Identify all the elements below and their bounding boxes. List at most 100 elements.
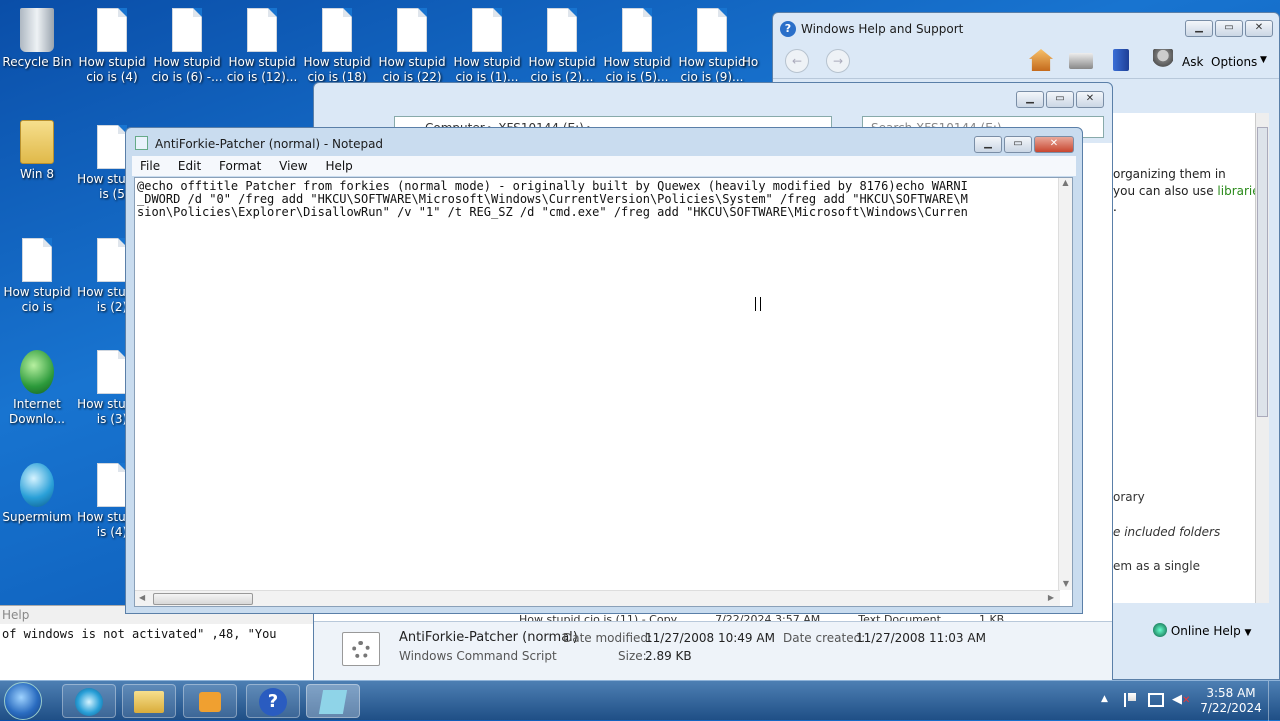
volume-muted-icon[interactable]: ◀✕ xyxy=(1172,692,1190,707)
close-button[interactable]: ✕ xyxy=(1245,20,1273,37)
menu-format[interactable]: Format xyxy=(219,159,261,173)
minimize-button[interactable]: ▁ xyxy=(974,136,1002,153)
help-toolbar: ← → Ask Options ▼ xyxy=(773,45,1279,79)
menu-edit[interactable]: Edit xyxy=(178,159,201,173)
notepad-title-bar[interactable]: AntiForkie-Patcher (normal) - Notepad ▁ … xyxy=(126,128,1082,156)
scroll-left-arrow[interactable]: ◀ xyxy=(139,593,145,602)
home-icon[interactable] xyxy=(1029,49,1053,71)
horizontal-scrollbar[interactable]: ◀ ▶ xyxy=(135,590,1060,606)
desktop-file-icon[interactable]: Ho xyxy=(735,8,765,70)
help-text-6: em as a single xyxy=(1113,559,1200,573)
close-button[interactable]: ✕ xyxy=(1034,136,1074,153)
flag-icon[interactable] xyxy=(1124,693,1136,707)
chevron-down-icon: ▼ xyxy=(1260,55,1267,65)
scroll-down-arrow[interactable]: ▼ xyxy=(1059,579,1072,588)
icon-label: Internet Downlo... xyxy=(9,397,65,426)
text-area[interactable]: @echo offtitle Patcher from forkies (nor… xyxy=(134,177,1073,607)
desktop-file-icon[interactable]: How stupid cio is (12)... xyxy=(225,8,299,85)
minimize-button[interactable]: ▁ xyxy=(1185,20,1213,37)
help-text-2: you can also use libraries xyxy=(1113,184,1266,198)
online-help-button[interactable]: Online Help ▼ xyxy=(1153,623,1251,638)
desktop-file-icon[interactable]: How stupid cio is (4) xyxy=(75,8,149,85)
back-icon[interactable]: ← xyxy=(785,49,809,73)
close-button[interactable]: ✕ xyxy=(1076,91,1104,108)
horizontal-scroll-thumb[interactable] xyxy=(153,593,253,605)
maximize-button[interactable]: ▭ xyxy=(1046,91,1074,108)
notepad-icon xyxy=(318,690,348,714)
taskbar-help-button[interactable]: ? xyxy=(246,684,300,718)
recycle-bin-icon[interactable]: Recycle Bin xyxy=(0,8,74,70)
icon-label: How stupid cio is (12)... xyxy=(226,55,298,84)
details-type: Windows Command Script xyxy=(399,649,557,663)
win8-folder-icon[interactable]: Win 8 xyxy=(0,120,74,182)
details-size-label: Size: xyxy=(618,649,647,663)
desktop-file-icon[interactable]: How stupid cio is xyxy=(0,238,74,315)
taskbar-explorer-button[interactable] xyxy=(122,684,176,718)
maximize-button[interactable]: ▭ xyxy=(1215,20,1243,37)
document-icon xyxy=(322,8,352,52)
browser-icon xyxy=(20,463,54,507)
taskbar-browser-button[interactable] xyxy=(62,684,116,718)
notepad-window[interactable]: AntiForkie-Patcher (normal) - Notepad ▁ … xyxy=(125,127,1083,614)
console-window[interactable]: Help of windows is not activated" ,48, "… xyxy=(0,605,314,680)
taskbar-media-button[interactable] xyxy=(183,684,237,718)
minimize-button[interactable]: ▁ xyxy=(1016,91,1044,108)
desktop-file-icon[interactable]: How stupid cio is (2)... xyxy=(525,8,599,85)
show-desktop-button[interactable] xyxy=(1268,681,1280,721)
globe-icon xyxy=(1153,623,1167,637)
help-text-3: . xyxy=(1113,200,1117,214)
scroll-right-arrow[interactable]: ▶ xyxy=(1048,593,1054,602)
icon-label: How stupid cio is (5)... xyxy=(603,55,671,84)
scroll-up-arrow[interactable]: ▲ xyxy=(1059,178,1072,187)
details-pane: AntiForkie-Patcher (normal) Windows Comm… xyxy=(314,621,1112,680)
help-scroll-thumb[interactable] xyxy=(1257,127,1268,417)
media-icon xyxy=(199,692,221,712)
trash-icon xyxy=(20,8,54,52)
internet-download-manager-icon[interactable]: Internet Downlo... xyxy=(0,350,74,427)
desktop-file-icon[interactable]: How stupid cio is (18) xyxy=(300,8,374,85)
help-text-5: e included folders xyxy=(1113,525,1221,539)
show-hidden-icons[interactable]: ▲ xyxy=(1101,694,1108,704)
desktop-file-icon[interactable]: How stupid cio is (6) -... xyxy=(150,8,224,85)
supermium-icon[interactable]: Supermium xyxy=(0,463,74,525)
start-button[interactable] xyxy=(4,682,42,720)
document-icon xyxy=(247,8,277,52)
options-button[interactable]: Options xyxy=(1211,55,1257,69)
document-icon xyxy=(22,238,52,282)
ask-button[interactable]: Ask xyxy=(1182,55,1203,69)
network-icon[interactable] xyxy=(1148,693,1164,707)
clock[interactable]: 3:58 AM 7/22/2024 xyxy=(1196,686,1266,716)
desktop-file-icon[interactable]: How stupid cio is (5)... xyxy=(600,8,674,85)
document-icon xyxy=(397,8,427,52)
details-created: 11/27/2008 11:03 AM xyxy=(856,631,986,645)
document-icon xyxy=(697,8,727,52)
desktop-file-icon[interactable]: How stupid cio is (22) xyxy=(375,8,449,85)
details-size: 2.89 KB xyxy=(645,649,692,663)
icon-label: Ho xyxy=(741,55,759,69)
menu-help[interactable]: Help xyxy=(325,159,352,173)
help-scrollbar[interactable] xyxy=(1255,113,1269,603)
forward-icon[interactable]: → xyxy=(826,49,850,73)
details-created-label: Date created: xyxy=(783,631,866,645)
taskbar-notepad-button[interactable] xyxy=(306,684,360,718)
icon-label: How stupid cio is (18) xyxy=(303,55,371,84)
ask-icon[interactable] xyxy=(1153,49,1173,71)
menu-view[interactable]: View xyxy=(279,159,307,173)
document-icon xyxy=(172,8,202,52)
browse-help-icon[interactable] xyxy=(1113,49,1129,71)
print-icon[interactable] xyxy=(1069,53,1093,69)
maximize-button[interactable]: ▭ xyxy=(1004,136,1032,153)
icon-label: How stupid cio is (22) xyxy=(378,55,446,84)
menu-file[interactable]: File xyxy=(140,159,160,173)
desktop-file-icon[interactable]: How stupid cio is (1)... xyxy=(450,8,524,85)
vertical-scrollbar[interactable]: ▲ ▼ xyxy=(1058,178,1072,590)
document-icon xyxy=(472,8,502,52)
help-text-4: orary xyxy=(1113,490,1145,504)
online-help-label: Online Help xyxy=(1170,624,1241,638)
help-question-icon: ? xyxy=(780,21,796,37)
menu-bar: File Edit Format View Help xyxy=(132,156,1076,176)
help-title-bar[interactable]: ? Windows Help and Support ▁ ▭ ✕ xyxy=(773,13,1279,45)
script-file-icon xyxy=(342,632,380,666)
gear-icon xyxy=(352,641,370,659)
help-icon: ? xyxy=(259,688,287,716)
